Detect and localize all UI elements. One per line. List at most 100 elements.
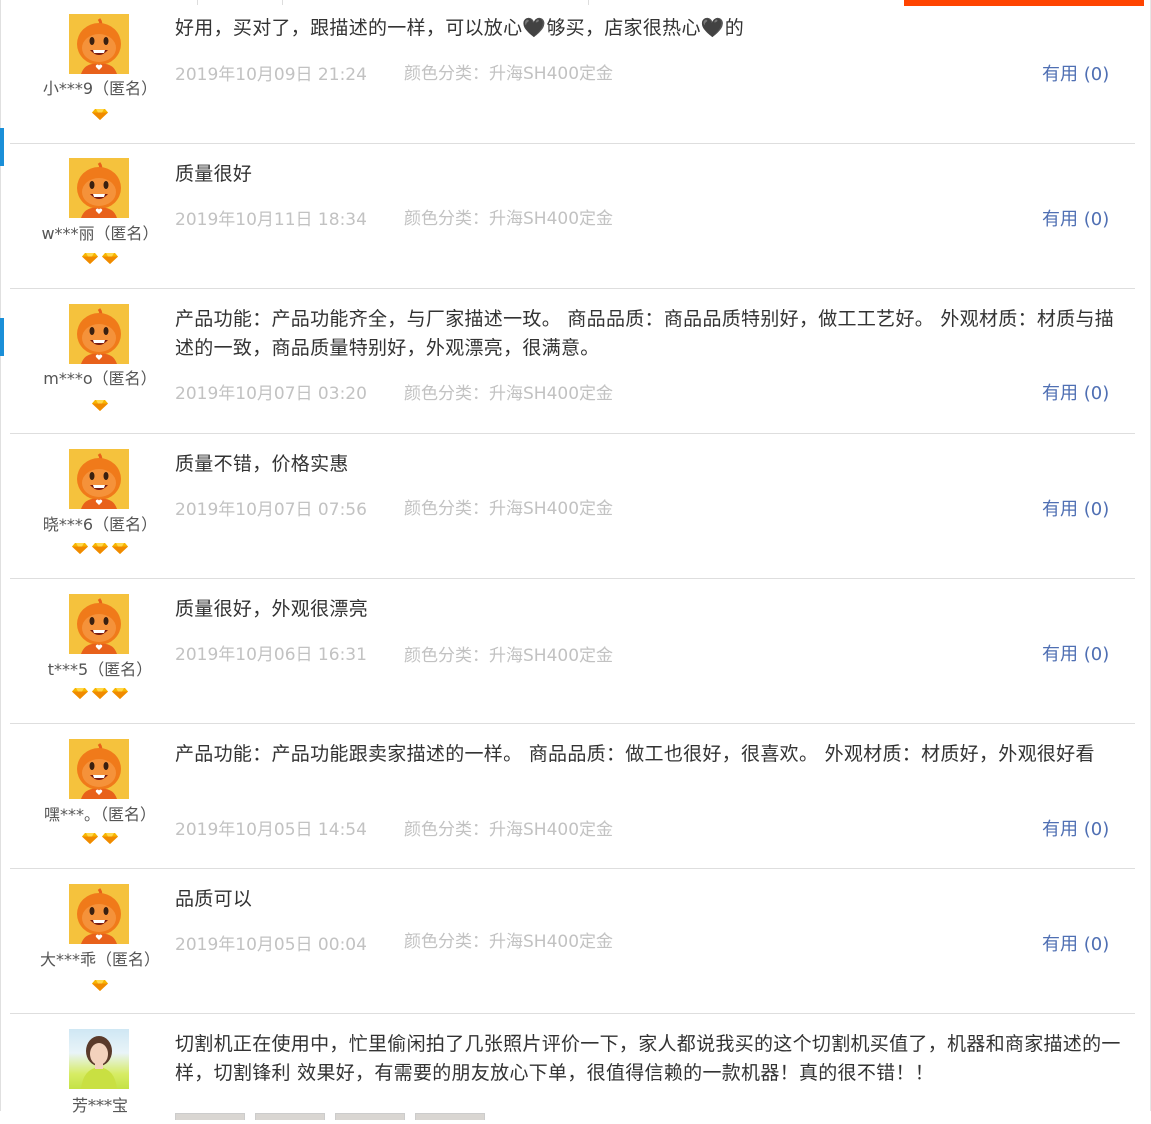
review-date: 2019年10月05日 00:04 (175, 935, 367, 955)
level-gem-icon (92, 109, 108, 120)
useful-button[interactable]: 有用 (0) (1042, 640, 1109, 666)
level-gem-icon (92, 980, 108, 991)
level-gem-icon (72, 688, 88, 699)
level-gem-icon (92, 400, 108, 411)
anonymous-label: （匿名） (93, 515, 158, 534)
buyer-level (10, 399, 190, 413)
review-text: 质量很好，外观很漂亮 (175, 598, 369, 620)
useful-button[interactable]: 有用 (0) (1042, 60, 1109, 86)
username: 大***乖（匿名） (10, 946, 190, 970)
level-gem-icon (72, 543, 88, 554)
taobao-doll-icon (69, 304, 129, 364)
review-photo-thumb[interactable] (415, 1113, 485, 1120)
review-item: t***5（匿名） 质量很好，外观很漂亮 2019年10月06日 16:31 颜… (10, 579, 1135, 724)
taobao-doll-icon (69, 449, 129, 509)
review-item: m***o（匿名） 产品功能：产品功能齐全，与厂家描述一玫。 商品品质：商品品质… (10, 289, 1135, 434)
review-text: 切割机正在使用中，忙里偷闲拍了几张照片评价一下，家人都说我买的这个切割机买值了，… (175, 1033, 1121, 1084)
buyer-level (10, 252, 190, 266)
sku-info: 颜色分类：升海SH400定金 (404, 932, 614, 952)
level-gem-icon (92, 688, 108, 699)
taobao-doll-icon (69, 594, 129, 654)
sku-info: 颜色分类：升海SH400定金 (404, 209, 614, 229)
username: 晓***6（匿名） (10, 511, 190, 535)
review-photos (175, 1105, 495, 1124)
level-gem-icon (112, 543, 128, 554)
review-date: 2019年10月07日 03:20 (175, 384, 367, 404)
review-date: 2019年10月11日 18:34 (175, 210, 367, 230)
review-date: 2019年10月06日 16:31 (175, 645, 367, 665)
useful-button[interactable]: 有用 (0) (1042, 815, 1109, 841)
user-avatar[interactable] (69, 1029, 129, 1089)
username-text: 小***9 (42, 79, 94, 98)
buyer-level (10, 687, 190, 701)
user-avatar[interactable] (69, 449, 129, 509)
taobao-doll-icon (69, 884, 129, 944)
username: 嘿***。（匿名） (10, 801, 190, 825)
review-date: 2019年10月05日 14:54 (175, 820, 367, 840)
buyer-level (10, 979, 190, 993)
review-text: 质量不错，价格实惠 (175, 453, 349, 475)
anonymous-label: （匿名） (88, 660, 153, 679)
username-text: t***5 (47, 660, 89, 679)
sku-info: 颜色分类：升海SH400定金 (404, 646, 614, 666)
taobao-doll-icon (69, 158, 129, 218)
level-gem-icon (102, 833, 118, 844)
left-frame (0, 0, 1, 1111)
taobao-doll-icon (69, 739, 129, 799)
username-text: m***o (43, 369, 93, 388)
sku-info: 颜色分类：升海SH400定金 (404, 64, 614, 84)
sku-info: 颜色分类：升海SH400定金 (404, 499, 614, 519)
level-gem-icon (82, 253, 98, 264)
side-marker (0, 128, 4, 166)
review-date: 2019年10月07日 07:56 (175, 500, 367, 520)
review-item: w***丽（匿名） 质量很好 2019年10月11日 18:34 颜色分类：升海… (10, 144, 1135, 289)
anonymous-label: （匿名） (96, 950, 161, 969)
review-text: 产品功能：产品功能跟卖家描述的一样。 商品品质：做工也很好，很喜欢。 外观材质：… (175, 743, 1095, 765)
user-avatar[interactable] (69, 884, 129, 944)
level-gem-icon (102, 253, 118, 264)
username: m***o（匿名） (10, 365, 190, 389)
level-gem-icon (112, 688, 128, 699)
anonymous-label: （匿名） (94, 224, 159, 243)
buyer-level (10, 832, 190, 846)
username: 小***9（匿名） (10, 75, 190, 99)
username-text: 嘿***。 (43, 805, 100, 824)
user-avatar[interactable] (69, 14, 129, 74)
review-photo-thumb[interactable] (255, 1113, 325, 1120)
user-avatar[interactable] (69, 594, 129, 654)
sku-info: 颜色分类：升海SH400定金 (404, 384, 614, 404)
username: w***丽（匿名） (10, 220, 190, 244)
level-gem-icon (82, 833, 98, 844)
username-text: 大***乖 (39, 950, 96, 969)
user-avatar[interactable] (69, 304, 129, 364)
anonymous-label: （匿名） (92, 369, 157, 388)
buyer-level (10, 108, 190, 122)
review-text: 产品功能：产品功能齐全，与厂家描述一玫。 商品品质：商品品质特别好，做工工艺好。… (175, 308, 1115, 359)
review-photo-thumb[interactable] (335, 1113, 405, 1120)
review-item: 大***乖（匿名） 品质可以 2019年10月05日 00:04 颜色分类：升海… (10, 869, 1135, 1014)
useful-button[interactable]: 有用 (0) (1042, 930, 1109, 956)
anonymous-label: （匿名） (100, 805, 157, 824)
user-avatar[interactable] (69, 739, 129, 799)
review-date: 2019年10月09日 21:24 (175, 65, 367, 85)
review-text: 好用，买对了，跟描述的一样，可以放心🖤够买，店家很热心🖤的 (175, 17, 745, 39)
review-photo-thumb[interactable] (175, 1113, 245, 1120)
sku-info: 颜色分类：升海SH400定金 (404, 820, 614, 840)
username: t***5（匿名） (10, 656, 190, 680)
username: 芳***宝 (10, 1092, 190, 1116)
useful-button[interactable]: 有用 (0) (1042, 379, 1109, 405)
anonymous-label: （匿名） (93, 79, 158, 98)
review-text: 质量很好 (175, 163, 253, 185)
review-item: 芳***宝 切割机正在使用中，忙里偷闲拍了几张照片评价一下，家人都说我买的这个切… (10, 1014, 1135, 1120)
useful-button[interactable]: 有用 (0) (1042, 495, 1109, 521)
username-text: 晓***6 (42, 515, 94, 534)
user-photo-icon (81, 1036, 117, 1089)
level-gem-icon (92, 543, 108, 554)
username-text: 芳***宝 (71, 1096, 128, 1115)
taobao-doll-icon (69, 14, 129, 74)
buyer-level (10, 542, 190, 556)
review-text: 品质可以 (175, 888, 253, 910)
username-text: w***丽 (41, 224, 95, 243)
useful-button[interactable]: 有用 (0) (1042, 205, 1109, 231)
user-avatar[interactable] (69, 158, 129, 218)
